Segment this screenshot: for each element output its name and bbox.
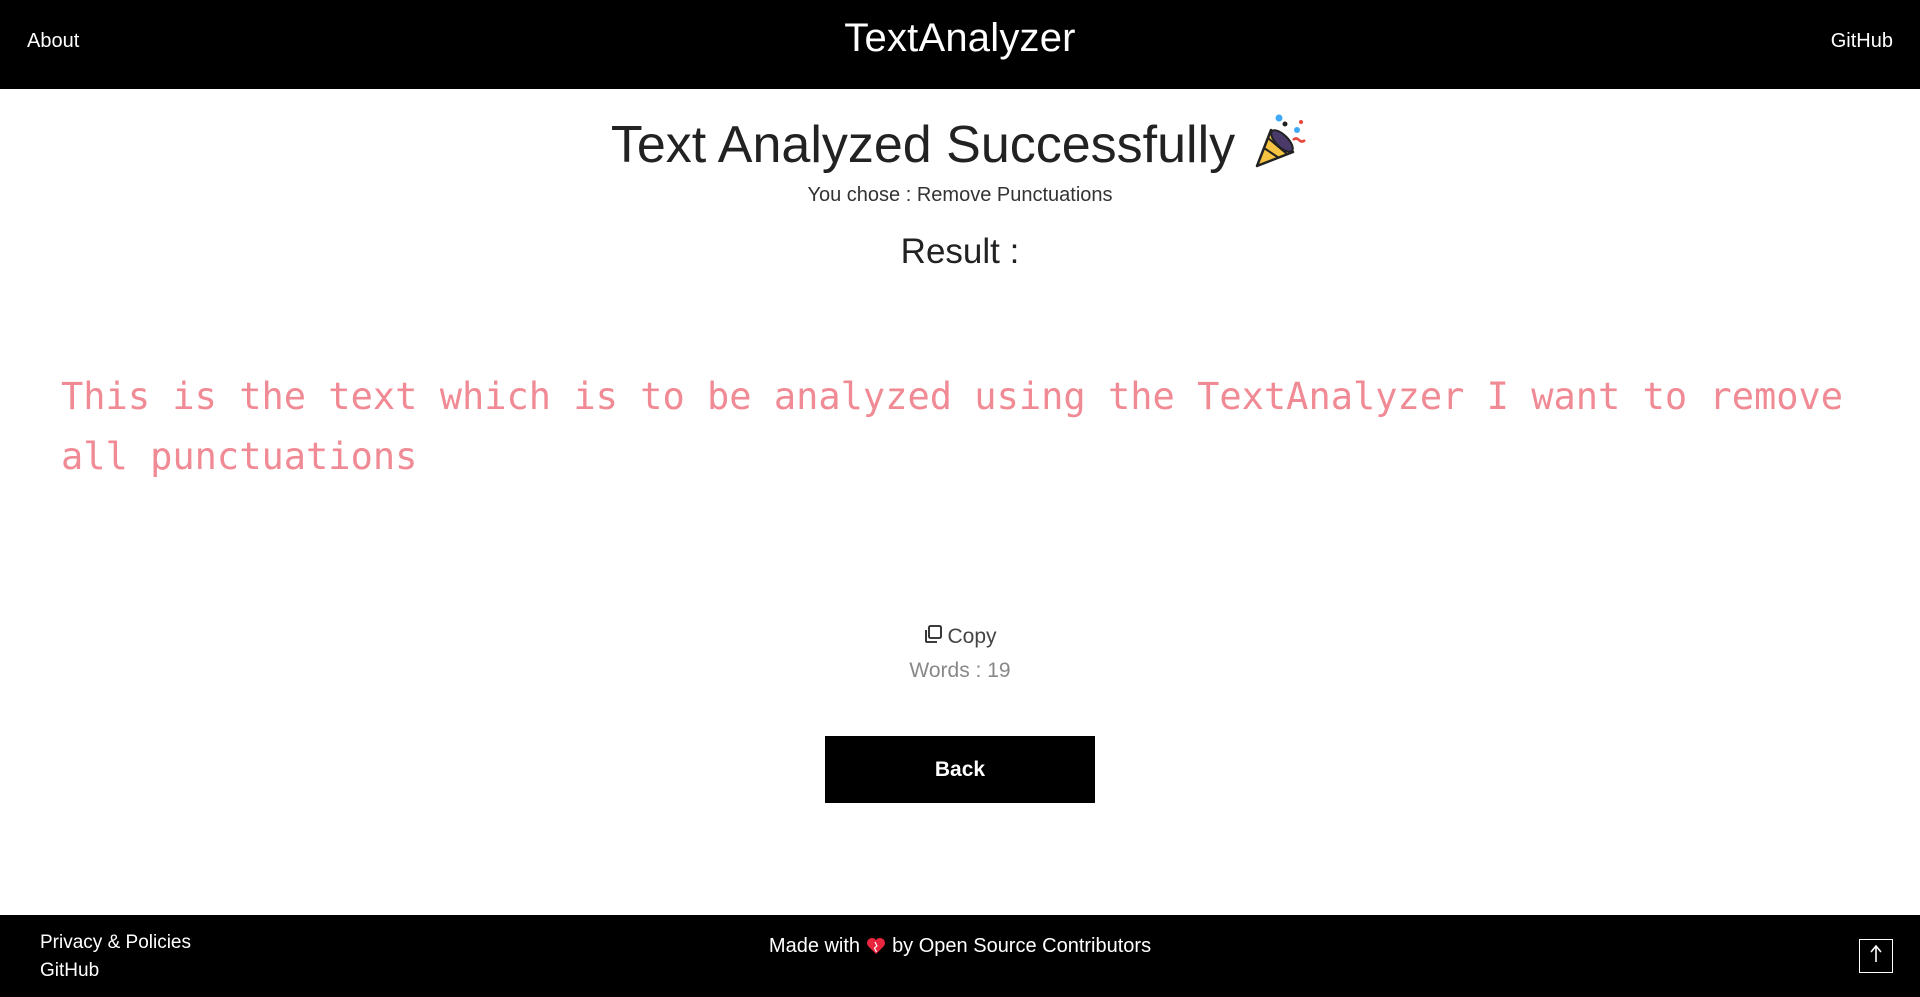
chosen-operation-value: Remove Punctuations (916, 184, 1113, 206)
party-popper-icon (1249, 112, 1309, 185)
brand-title[interactable]: TextAnalyzer (0, 16, 1920, 61)
chosen-operation-prefix: You chose : (807, 184, 917, 206)
nav-github-link[interactable]: GitHub (1831, 30, 1893, 53)
copy-label: Copy (947, 625, 997, 648)
heart-icon (866, 937, 886, 961)
back-button[interactable]: Back (825, 736, 1095, 803)
page-title-text: Text Analyzed Successfully (610, 116, 1236, 175)
copy-icon (923, 624, 943, 650)
footer: Privacy & Policies GitHub Made with by O… (0, 915, 1920, 997)
chosen-operation: You chose : Remove Punctuations (0, 184, 1920, 207)
copy-row: Copy (0, 624, 1920, 650)
word-count: Words : 19 (909, 659, 1011, 682)
footer-github-link[interactable]: GitHub (40, 960, 99, 982)
result-text: This is the text which is to be analyzed… (61, 375, 1844, 478)
copy-button[interactable]: Copy (923, 624, 997, 650)
scroll-to-top-button[interactable] (1859, 939, 1893, 973)
page-title: Text Analyzed Successfully (0, 112, 1920, 185)
top-navbar: About TextAnalyzer GitHub (0, 0, 1920, 89)
footer-credits: Made with by Open Source Contributors (0, 935, 1920, 961)
arrow-up-icon (1869, 944, 1883, 969)
footer-made-prefix: Made with (768, 935, 861, 957)
result-heading: Result : (900, 232, 1020, 271)
footer-made-suffix: by Open Source Contributors (892, 935, 1152, 957)
